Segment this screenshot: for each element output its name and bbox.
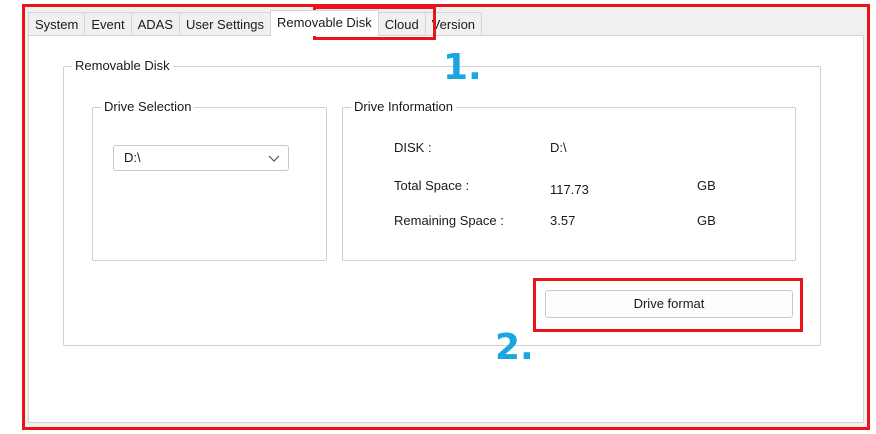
step-2-label: 2. [495,327,534,368]
screenshot-stage: System Event ADAS User Settings Removabl… [0,0,876,434]
step-1-label: 1. [443,47,482,88]
highlight-drive-format-button [533,278,803,332]
tab-removable-disk[interactable]: Removable Disk [270,10,379,36]
